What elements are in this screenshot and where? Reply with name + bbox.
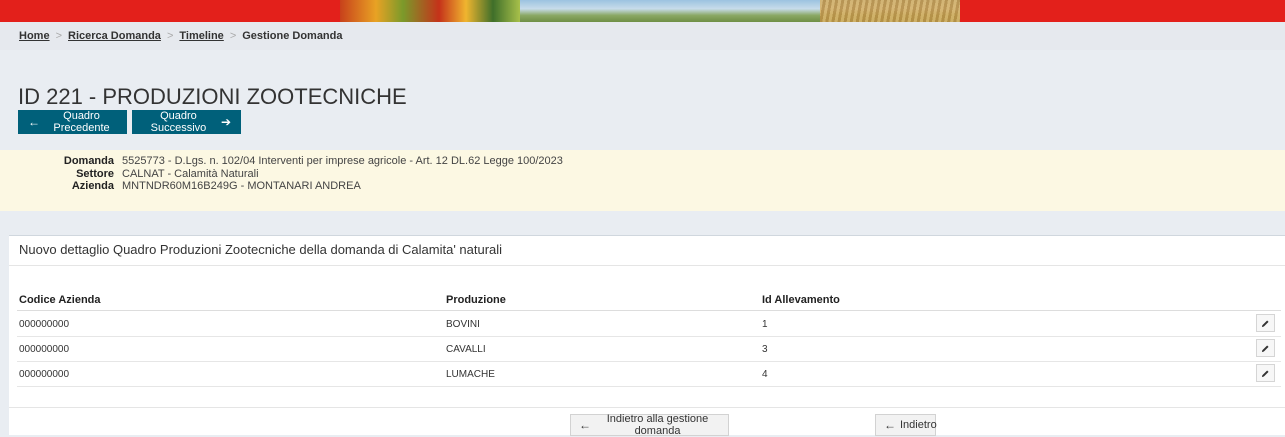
page-title: ID 221 - PRODUZIONI ZOOTECNICHE bbox=[18, 84, 407, 109]
pencil-icon bbox=[1261, 319, 1269, 327]
breadcrumb-home[interactable]: Home bbox=[19, 30, 50, 42]
previous-section-label: Quadro Precedente bbox=[53, 110, 110, 134]
back-button[interactable]: ← Indietro bbox=[875, 414, 937, 436]
application-info-box: Domanda 5525773 - D.Lgs. n. 102/04 Inter… bbox=[0, 150, 1285, 211]
domanda-label: Domanda bbox=[63, 155, 114, 167]
next-section-button[interactable]: Quadro Successivo ➔ bbox=[132, 110, 241, 134]
footer-divider bbox=[9, 407, 1285, 408]
breadcrumb-separator: > bbox=[166, 30, 174, 42]
back-to-application-label: Indietro alla gestione domanda bbox=[606, 413, 709, 437]
edit-row-button[interactable] bbox=[1256, 364, 1275, 382]
page-header: ID 221 - PRODUZIONI ZOOTECNICHE ← Quadro… bbox=[0, 50, 1285, 150]
pencil-icon bbox=[1261, 369, 1269, 377]
back-label: Indietro bbox=[900, 419, 937, 431]
info-row-azienda: Azienda MNTNDR60M16B249G - MONTANARI AND… bbox=[0, 180, 361, 193]
banner-red-right bbox=[960, 0, 1285, 22]
cell-id-allevamento: 1 bbox=[762, 319, 768, 330]
edit-row-button[interactable] bbox=[1256, 339, 1275, 357]
breadcrumb-separator: > bbox=[55, 30, 62, 42]
table-row: 000000000 CAVALLI 3 bbox=[17, 336, 1281, 362]
table-row: 000000000 LUMACHE 4 bbox=[17, 361, 1281, 387]
breadcrumb: Home > Ricerca Domanda > Timeline > Gest… bbox=[0, 22, 1285, 50]
breadcrumb-ricerca-domanda[interactable]: Ricerca Domanda bbox=[68, 30, 161, 42]
back-to-application-button[interactable]: ← Indietro alla gestione domanda bbox=[570, 413, 729, 437]
arrow-left-icon: ← bbox=[884, 418, 896, 432]
header-banner bbox=[0, 0, 1285, 22]
arrow-left-icon: ← bbox=[579, 418, 591, 432]
edit-row-button[interactable] bbox=[1256, 314, 1275, 332]
table-row: 000000000 BOVINI 1 bbox=[17, 311, 1281, 337]
arrow-right-icon: ➔ bbox=[220, 115, 231, 129]
breadcrumb-separator: > bbox=[229, 30, 237, 42]
banner-red-left bbox=[0, 0, 340, 22]
banner-image-produce bbox=[340, 0, 520, 22]
column-header-codice-azienda: Codice Azienda bbox=[19, 294, 101, 306]
cell-id-allevamento: 3 bbox=[762, 344, 768, 355]
info-row-domanda: Domanda 5525773 - D.Lgs. n. 102/04 Inter… bbox=[0, 155, 563, 168]
cell-produzione: LUMACHE bbox=[446, 369, 495, 380]
cell-id-allevamento: 4 bbox=[762, 369, 768, 380]
cell-codice-azienda: 000000000 bbox=[19, 319, 70, 330]
azienda-label: Azienda bbox=[71, 180, 114, 192]
azienda-value: MNTNDR60M16B249G - MONTANARI ANDREA bbox=[122, 180, 361, 192]
pencil-icon bbox=[1261, 344, 1269, 352]
column-header-id-allevamento: Id Allevamento bbox=[762, 294, 840, 306]
cell-codice-azienda: 000000000 bbox=[19, 344, 70, 355]
panel-divider bbox=[9, 265, 1285, 266]
cell-codice-azienda: 000000000 bbox=[19, 369, 70, 380]
breadcrumb-timeline[interactable]: Timeline bbox=[179, 30, 223, 42]
previous-section-button[interactable]: ← Quadro Precedente bbox=[18, 110, 127, 134]
banner-image-wheat bbox=[820, 0, 960, 22]
next-section-label: Quadro Successivo bbox=[150, 110, 207, 134]
breadcrumb-current: Gestione Domanda bbox=[242, 30, 343, 42]
cell-produzione: CAVALLI bbox=[446, 344, 486, 355]
cell-produzione: BOVINI bbox=[446, 319, 480, 330]
column-header-produzione: Produzione bbox=[446, 294, 506, 306]
domanda-value: 5525773 - D.Lgs. n. 102/04 Interventi pe… bbox=[122, 155, 563, 167]
arrow-left-icon: ← bbox=[28, 115, 40, 129]
panel-title: Nuovo dettaglio Quadro Produzioni Zootec… bbox=[19, 242, 503, 257]
detail-panel: Nuovo dettaglio Quadro Produzioni Zootec… bbox=[9, 235, 1285, 437]
